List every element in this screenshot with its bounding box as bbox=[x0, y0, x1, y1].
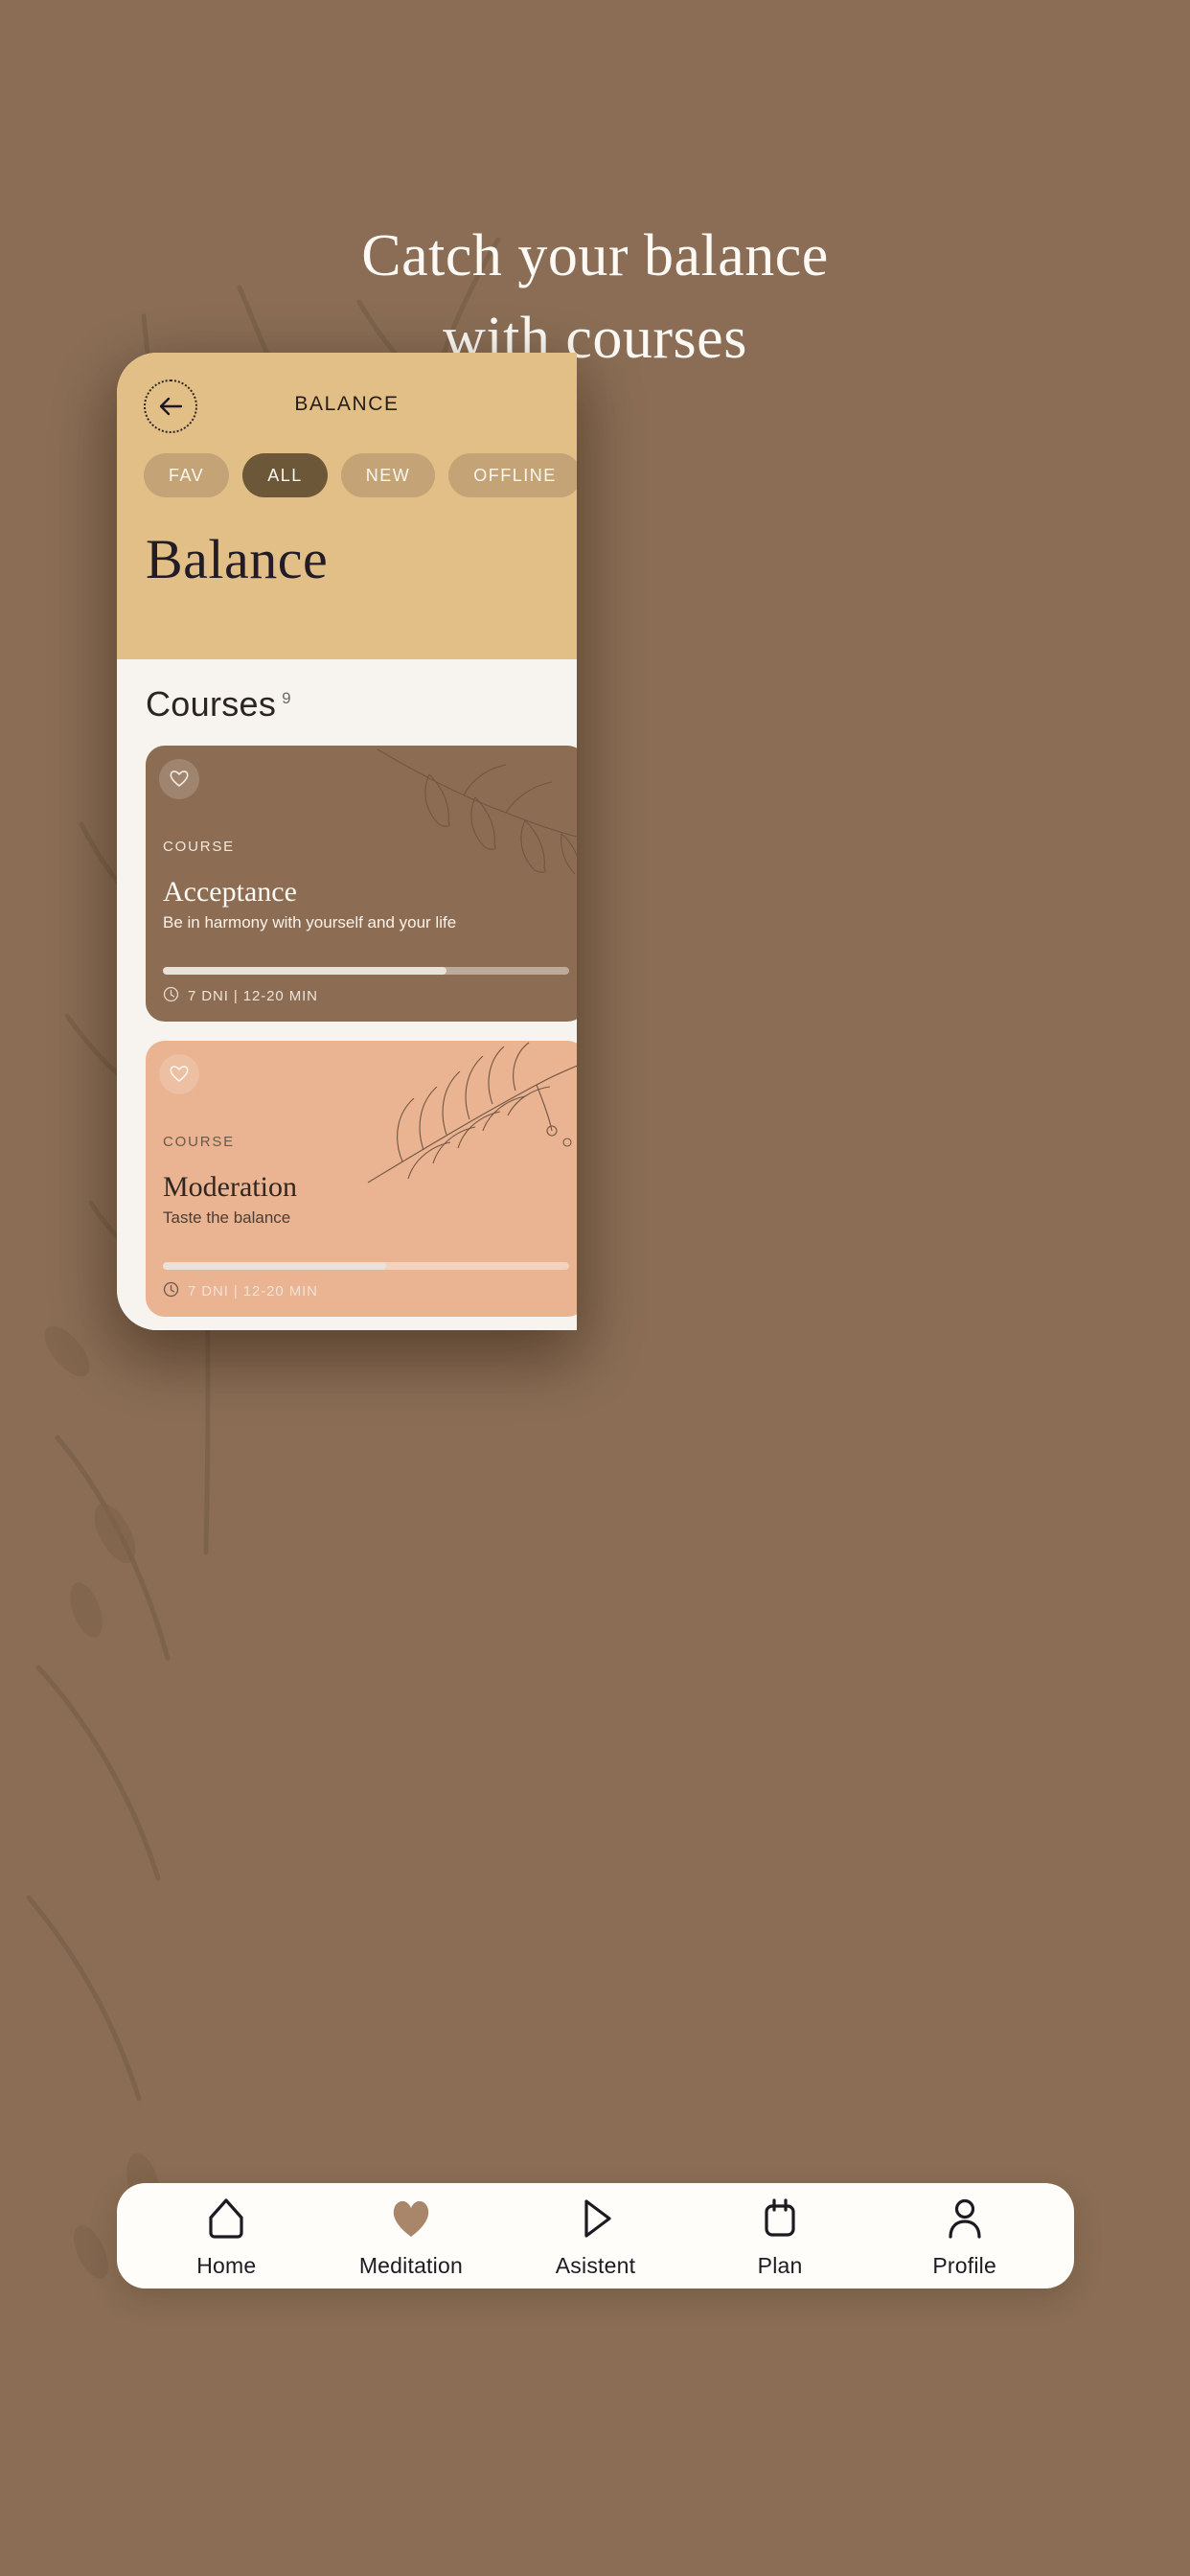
card-meta: 7 DNI | 12-20 MIN bbox=[163, 1281, 569, 1301]
content-area: Courses 9 COURSE Acceptance Be in harmon… bbox=[117, 659, 577, 1330]
app-screen: BALANCE FAV ALL NEW OFFLINE COURSES K Ba… bbox=[117, 353, 577, 1330]
card-meta-text: 7 DNI | 12-20 MIN bbox=[188, 988, 318, 1004]
card-kicker: COURSE bbox=[163, 839, 235, 855]
card-title: Acceptance bbox=[163, 876, 297, 908]
promo-line-1: Catch your balance bbox=[361, 223, 829, 288]
page-title: BALANCE bbox=[294, 393, 400, 415]
nav-label: Profile bbox=[932, 2253, 996, 2278]
app-header: BALANCE FAV ALL NEW OFFLINE COURSES K Ba… bbox=[117, 353, 577, 659]
favorite-button[interactable] bbox=[159, 1054, 199, 1094]
filter-chip-row[interactable]: FAV ALL NEW OFFLINE COURSES K bbox=[144, 453, 577, 497]
card-subtitle: Taste the balance bbox=[163, 1208, 291, 1227]
course-progress-fill bbox=[163, 967, 447, 975]
clock-icon bbox=[163, 1281, 179, 1301]
course-progress-fill bbox=[163, 1262, 386, 1270]
card-meta-text: 7 DNI | 12-20 MIN bbox=[188, 1283, 318, 1300]
heart-icon bbox=[390, 2196, 432, 2243]
section-heading: Courses 9 bbox=[146, 684, 577, 724]
nav-item-home[interactable]: Home bbox=[154, 2196, 298, 2279]
nav-label: Plan bbox=[757, 2253, 803, 2278]
favorite-button[interactable] bbox=[159, 759, 199, 799]
courses-grid: COURSE Acceptance Be in harmony with you… bbox=[117, 746, 577, 1317]
person-icon bbox=[944, 2196, 986, 2243]
clock-icon bbox=[163, 986, 179, 1006]
course-card-moderation[interactable]: COURSE Moderation Taste the balance 7 DN… bbox=[146, 1041, 577, 1317]
bottom-navigation: Home Meditation Asistent Plan Profile bbox=[117, 2183, 1074, 2288]
calendar-icon bbox=[759, 2196, 801, 2243]
filter-chip-fav[interactable]: FAV bbox=[144, 453, 230, 497]
course-progress-bar bbox=[163, 1262, 569, 1270]
filter-chip-offline[interactable]: OFFLINE bbox=[448, 453, 577, 497]
card-meta: 7 DNI | 12-20 MIN bbox=[163, 986, 569, 1006]
course-progress-bar bbox=[163, 967, 569, 975]
nav-item-plan[interactable]: Plan bbox=[708, 2196, 852, 2279]
card-title: Moderation bbox=[163, 1171, 297, 1203]
nav-label: Asistent bbox=[555, 2253, 636, 2278]
card-body: COURSE Moderation Taste the balance 7 DN… bbox=[146, 1134, 577, 1317]
filter-chip-all[interactable]: ALL bbox=[242, 453, 328, 497]
home-icon bbox=[205, 2196, 247, 2243]
nav-label: Home bbox=[196, 2253, 257, 2278]
nav-item-profile[interactable]: Profile bbox=[893, 2196, 1037, 2279]
promo-heading: Catch your balance with courses bbox=[0, 226, 1190, 368]
play-icon bbox=[574, 2196, 616, 2243]
heart-outline-icon bbox=[169, 769, 190, 791]
hero-title: Balance bbox=[146, 528, 329, 590]
section-heading-label: Courses bbox=[146, 684, 277, 724]
heart-outline-icon bbox=[169, 1064, 190, 1086]
card-body: COURSE Acceptance Be in harmony with you… bbox=[146, 839, 577, 1022]
course-card-acceptance[interactable]: COURSE Acceptance Be in harmony with you… bbox=[146, 746, 577, 1022]
nav-label: Meditation bbox=[358, 2253, 463, 2278]
phone-frame: BALANCE FAV ALL NEW OFFLINE COURSES K Ba… bbox=[117, 353, 577, 1330]
nav-item-meditation[interactable]: Meditation bbox=[339, 2196, 483, 2279]
card-subtitle: Be in harmony with yourself and your lif… bbox=[163, 913, 457, 932]
section-count: 9 bbox=[282, 689, 291, 707]
card-kicker: COURSE bbox=[163, 1134, 235, 1150]
filter-chip-new[interactable]: NEW bbox=[340, 453, 436, 497]
nav-item-asistent[interactable]: Asistent bbox=[523, 2196, 667, 2279]
